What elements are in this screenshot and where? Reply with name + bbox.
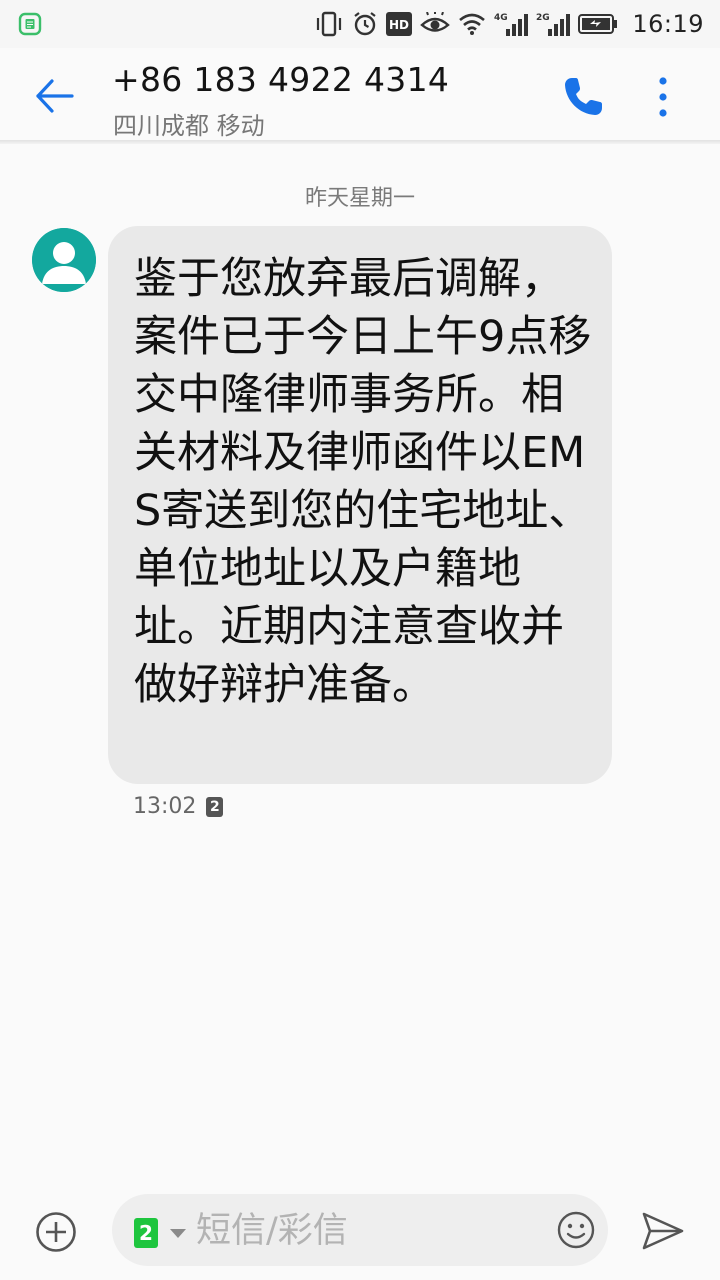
signal-2g-icon: 2G <box>536 13 571 36</box>
eye-comfort-icon <box>420 12 451 32</box>
person-icon <box>32 228 96 292</box>
signal-4g-icon: 4G <box>494 13 529 36</box>
sim-card-icon: 2 <box>134 1218 158 1248</box>
svg-text:HD: HD <box>389 18 409 32</box>
sim-card-icon: 2 <box>206 796 224 817</box>
composer-bar: 2 <box>0 1180 720 1280</box>
contact-location: 四川成都 移动 <box>113 112 265 140</box>
vibrate-icon <box>317 11 342 37</box>
more-vertical-icon[interactable] <box>640 72 686 122</box>
svg-text:4G: 4G <box>494 13 508 23</box>
message-input[interactable] <box>196 1208 526 1254</box>
status-indicators: HD 4G 2G 16:19 <box>314 0 704 48</box>
alarm-icon <box>354 12 376 36</box>
message-bubble[interactable]: 鉴于您放弃最后调解，案件已于今日上午9点移交中隆律师事务所。相关材料及律师函件以… <box>108 226 612 784</box>
message-meta: 13:02 2 <box>133 794 224 819</box>
hd-call-icon: HD <box>386 12 413 36</box>
emoji-icon[interactable] <box>556 1210 596 1250</box>
messaging-screen: HD 4G 2G 16:19 +86 183 4922 4314 四川成都 移动… <box>0 0 720 1280</box>
wifi-icon <box>459 13 486 35</box>
clock: 16:19 <box>632 10 704 38</box>
header-divider <box>0 140 720 144</box>
contact-number[interactable]: +86 183 4922 4314 <box>112 60 449 99</box>
message-time: 13:02 <box>133 794 197 819</box>
message-input-container: 2 <box>112 1194 608 1266</box>
send-icon[interactable] <box>640 1210 686 1252</box>
date-separator: 昨天星期一 <box>304 186 415 211</box>
message-text: 鉴于您放弃最后调解，案件已于今日上午9点移交中隆律师事务所。相关材料及律师函件以… <box>134 254 592 710</box>
conversation-header: +86 183 4922 4314 四川成都 移动 <box>0 48 720 140</box>
avatar[interactable] <box>32 228 96 292</box>
svg-text:2G: 2G <box>536 13 550 23</box>
notification-app-icon <box>18 12 42 36</box>
chevron-down-icon <box>170 1228 186 1238</box>
sim-selector[interactable]: 2 <box>134 1218 186 1248</box>
add-circle-icon[interactable] <box>34 1210 78 1254</box>
status-bar: HD 4G 2G 16:19 <box>0 0 720 48</box>
phone-icon[interactable] <box>558 72 608 122</box>
battery-charging-icon <box>578 14 618 34</box>
arrow-left-icon[interactable] <box>26 68 82 124</box>
